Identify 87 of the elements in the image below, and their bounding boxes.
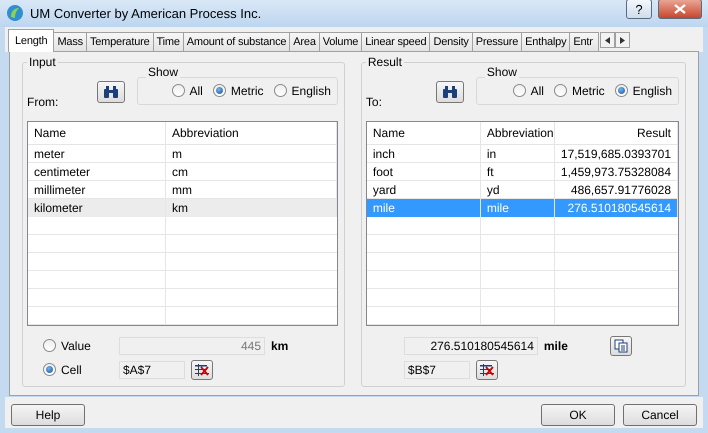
cell-field[interactable]: $A$7 (119, 360, 185, 379)
scroll-right-button[interactable] (615, 32, 630, 48)
list-row[interactable]: meter m (28, 144, 337, 163)
tab[interactable]: Mass (53, 32, 87, 52)
table-cell: kilometer (28, 198, 166, 217)
result-field[interactable]: 276.510180545614 (404, 336, 538, 355)
to-label: To: (366, 94, 383, 109)
close-button[interactable] (658, 0, 702, 20)
tab[interactable]: Density (429, 32, 473, 52)
tab[interactable]: Linear speed (361, 32, 430, 52)
radio-label: Metric (572, 84, 605, 98)
copy-icon (614, 338, 628, 353)
table-cell: m (166, 144, 337, 163)
tab[interactable]: Time (152, 32, 184, 52)
group-label: Show (484, 64, 519, 79)
help-button[interactable]: Help (11, 404, 85, 426)
radio-button[interactable] (554, 84, 567, 98)
radio-label: All (530, 84, 544, 98)
radio-button[interactable] (43, 363, 56, 376)
list-row[interactable]: kilometer km (28, 198, 337, 217)
table-cell: cm (166, 162, 337, 181)
table-cell: ft (480, 162, 555, 181)
table-cell: 1,459,973.75328084 (554, 162, 678, 181)
value-field[interactable]: 445 (119, 336, 265, 355)
tab[interactable]: Length (8, 28, 54, 52)
radio-button[interactable] (43, 339, 56, 352)
tab[interactable]: Amount of substance (182, 32, 290, 52)
unit-label: km (271, 338, 288, 353)
tab[interactable]: Temperature (86, 32, 154, 52)
find-button[interactable] (436, 80, 464, 103)
list-row[interactable]: foot ft 1,459,973.75328084 (366, 162, 678, 181)
cell-picker-icon (478, 362, 495, 377)
binoculars-icon (442, 84, 458, 99)
column-header[interactable]: Name (366, 122, 481, 144)
table-cell: km (166, 198, 337, 217)
binoculars-icon (103, 84, 119, 99)
table-cell: 276.510180545614 (554, 198, 678, 217)
table-cell: foot (366, 162, 481, 181)
table-cell: mile (480, 198, 555, 217)
radio-label: English (632, 84, 672, 98)
tab[interactable]: Volume (318, 32, 362, 52)
tab[interactable]: Enthalpy (521, 32, 570, 52)
tab[interactable]: Entr (569, 32, 600, 52)
radio-button[interactable] (614, 84, 628, 98)
group-label: Show (146, 64, 180, 79)
window-title: UM Converter by American Process Inc. (30, 6, 262, 21)
unit-label: mile (544, 338, 568, 353)
column-header[interactable]: Result (554, 122, 678, 144)
cell-picker-icon (194, 362, 210, 377)
cell-picker-button[interactable] (191, 360, 213, 380)
list-row[interactable]: inch in 17,519,685.0393701 (366, 144, 678, 163)
close-icon (674, 4, 686, 14)
left-arrow-icon (605, 36, 610, 44)
copy-button[interactable] (610, 336, 632, 356)
group-label: Input (27, 54, 58, 69)
radio-label: Metric (230, 84, 264, 98)
radio-button[interactable] (172, 84, 185, 98)
column-header[interactable]: Name (28, 122, 166, 144)
radio-button[interactable] (274, 84, 287, 98)
tab[interactable]: Pressure (472, 32, 522, 52)
radio-label: English (292, 84, 331, 98)
cell-field[interactable]: $B$7 (404, 360, 470, 379)
right-arrow-icon (620, 36, 626, 44)
column-header[interactable]: Abbreviation (480, 122, 555, 144)
radio-label: Cell (61, 362, 82, 377)
group-label: Result (366, 54, 404, 69)
table-cell: mile (366, 198, 481, 217)
cancel-button[interactable]: Cancel (623, 404, 697, 426)
help-button[interactable]: ? (626, 0, 652, 20)
find-button[interactable] (97, 80, 125, 103)
tab[interactable]: Area (289, 32, 320, 52)
list-row[interactable]: centimeter cm (28, 162, 337, 181)
table-cell: centimeter (28, 162, 166, 181)
table-cell: 17,519,685.0393701 (554, 144, 678, 163)
radio-label: Value (61, 338, 91, 353)
radio-button[interactable] (512, 84, 526, 98)
ok-button[interactable]: OK (541, 404, 615, 426)
table-cell: meter (28, 144, 166, 163)
app-icon (6, 4, 24, 22)
table-cell: inch (366, 144, 481, 163)
cell-picker-button[interactable] (476, 360, 498, 380)
radio-button[interactable] (212, 84, 226, 98)
column-header[interactable]: Abbreviation (166, 122, 337, 144)
table-cell: in (480, 144, 555, 163)
radio-label: All (190, 84, 203, 98)
from-label: From: (27, 94, 60, 109)
scroll-left-button[interactable] (600, 32, 616, 48)
